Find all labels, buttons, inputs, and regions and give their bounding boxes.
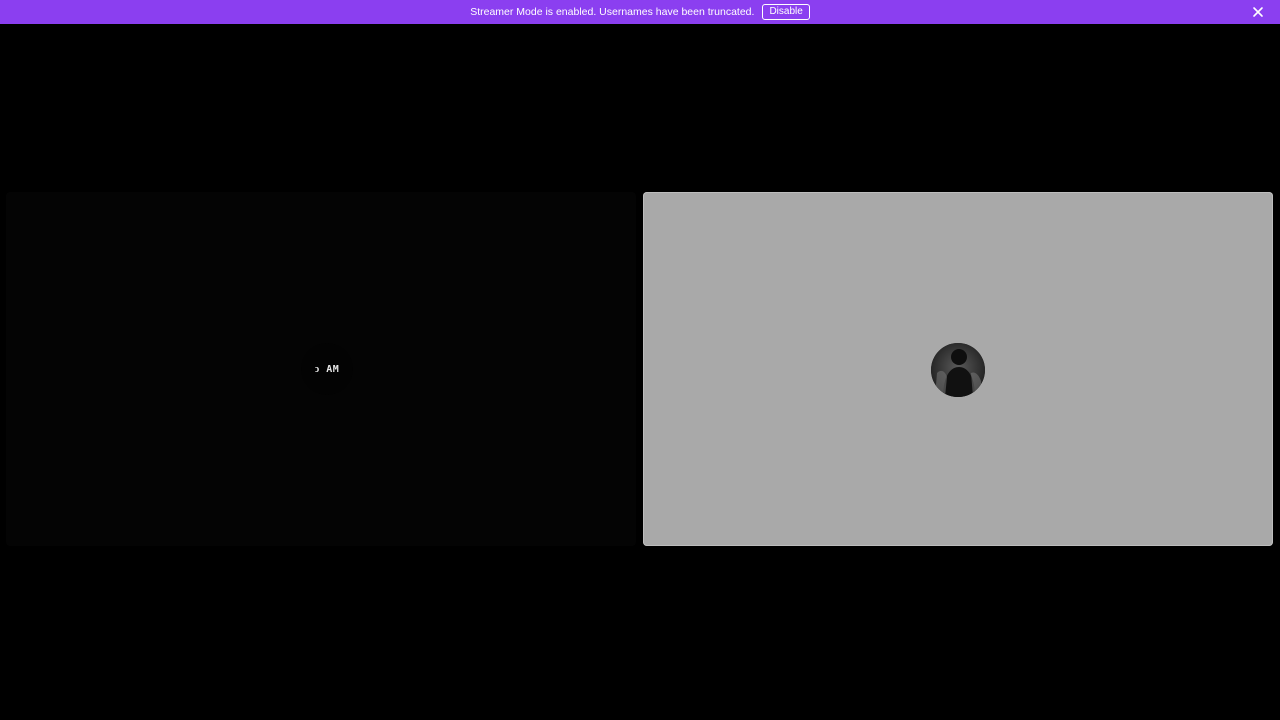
close-icon[interactable]: [1250, 4, 1266, 20]
call-stage: ↄ AM: [0, 24, 1280, 720]
participant-avatar-left: ↄ AM: [301, 343, 353, 395]
disable-streamer-mode-button[interactable]: Disable: [762, 4, 810, 20]
video-call-window: Streamer Mode is enabled. Usernames have…: [0, 0, 1280, 720]
user-avatar-photo-icon: [931, 343, 985, 397]
participant-tile-left[interactable]: ↄ AM: [6, 192, 636, 546]
streamer-mode-message: Streamer Mode is enabled. Usernames have…: [470, 6, 755, 18]
participant-tile-right[interactable]: [643, 192, 1273, 546]
streamer-mode-banner: Streamer Mode is enabled. Usernames have…: [0, 0, 1280, 24]
